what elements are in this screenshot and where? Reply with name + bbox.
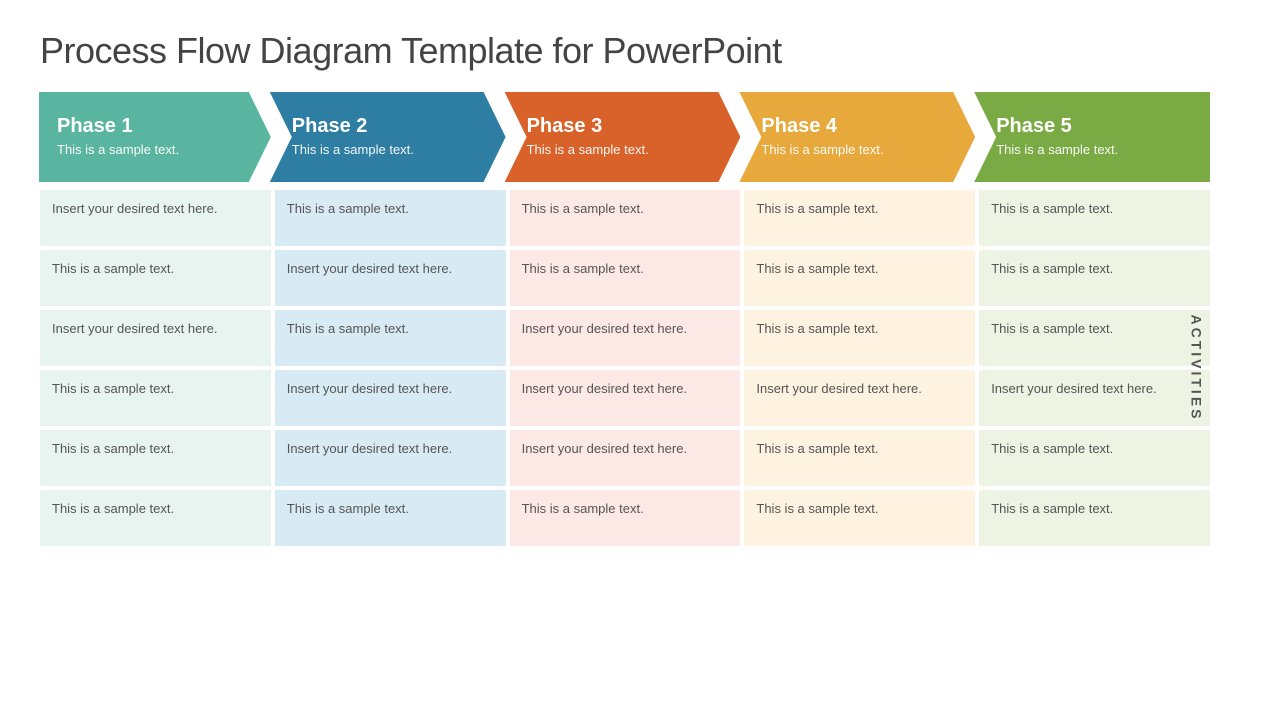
cell-r3-c4: This is a sample text. [744,310,975,366]
cell-r4-c4: Insert your desired text here. [744,370,975,426]
phase-5: Phase 5 This is a sample text. [974,92,1210,182]
cell-r2-c5: This is a sample text. [979,250,1210,306]
cell-r4-c2: Insert your desired text here. [275,370,506,426]
table-row: This is a sample text.Insert your desire… [40,430,1210,486]
phase-1-title: Phase 1 [57,115,261,138]
cell-r3-c2: This is a sample text. [275,310,506,366]
phase-3-subtitle: This is a sample text. [527,142,731,159]
cell-r2-c4: This is a sample text. [744,250,975,306]
cell-r1-c1: Insert your desired text here. [40,190,271,246]
phase-2-subtitle: This is a sample text. [292,142,496,159]
cell-r4-c1: This is a sample text. [40,370,271,426]
phase-1: Phase 1 This is a sample text. [39,92,271,182]
cell-r1-c5: This is a sample text. [979,190,1210,246]
cell-r4-c3: Insert your desired text here. [510,370,741,426]
table-row: This is a sample text.This is a sample t… [40,490,1210,546]
phase-3: Phase 3 This is a sample text. [505,92,741,182]
cell-r5-c2: Insert your desired text here. [275,430,506,486]
phase-1-subtitle: This is a sample text. [57,142,261,159]
phase-5-title: Phase 5 [996,115,1200,138]
table-area: Insert your desired text here.This is a … [40,190,1240,546]
cell-r1-c2: This is a sample text. [275,190,506,246]
cell-r6-c4: This is a sample text. [744,490,975,546]
table-row: This is a sample text.Insert your desire… [40,370,1210,426]
table-row: This is a sample text.Insert your desire… [40,250,1210,306]
table-row: Insert your desired text here.This is a … [40,190,1210,246]
cell-r5-c1: This is a sample text. [40,430,271,486]
cell-r6-c5: This is a sample text. [979,490,1210,546]
cell-r6-c2: This is a sample text. [275,490,506,546]
table-row: Insert your desired text here.This is a … [40,310,1210,366]
cell-r3-c1: Insert your desired text here. [40,310,271,366]
cell-r4-c5: Insert your desired text here. [979,370,1210,426]
phase-2: Phase 2 This is a sample text. [270,92,506,182]
cell-r3-c3: Insert your desired text here. [510,310,741,366]
phase-3-title: Phase 3 [527,115,731,138]
cell-r1-c4: This is a sample text. [744,190,975,246]
activities-label: ACTIVITIES [1188,314,1204,421]
cell-r5-c5: This is a sample text. [979,430,1210,486]
phase-2-title: Phase 2 [292,115,496,138]
cell-r2-c1: This is a sample text. [40,250,271,306]
table-wrapper: Insert your desired text here.This is a … [40,190,1240,546]
phases-row: Phase 1 This is a sample text. Phase 2 This… [40,92,1240,182]
cell-r5-c3: Insert your desired text here. [510,430,741,486]
diagram-wrapper: Phase 1 This is a sample text. Phase 2 This… [40,92,1240,546]
cell-r2-c2: Insert your desired text here. [275,250,506,306]
cell-r6-c3: This is a sample text. [510,490,741,546]
phase-4-title: Phase 4 [761,115,965,138]
cell-r5-c4: This is a sample text. [744,430,975,486]
phase-4-subtitle: This is a sample text. [761,142,965,159]
phase-4: Phase 4 This is a sample text. [739,92,975,182]
cell-r2-c3: This is a sample text. [510,250,741,306]
phase-5-subtitle: This is a sample text. [996,142,1200,159]
cell-r1-c3: This is a sample text. [510,190,741,246]
page-title: Process Flow Diagram Template for PowerP… [40,30,1240,72]
cell-r3-c5: This is a sample text. [979,310,1210,366]
cell-r6-c1: This is a sample text. [40,490,271,546]
